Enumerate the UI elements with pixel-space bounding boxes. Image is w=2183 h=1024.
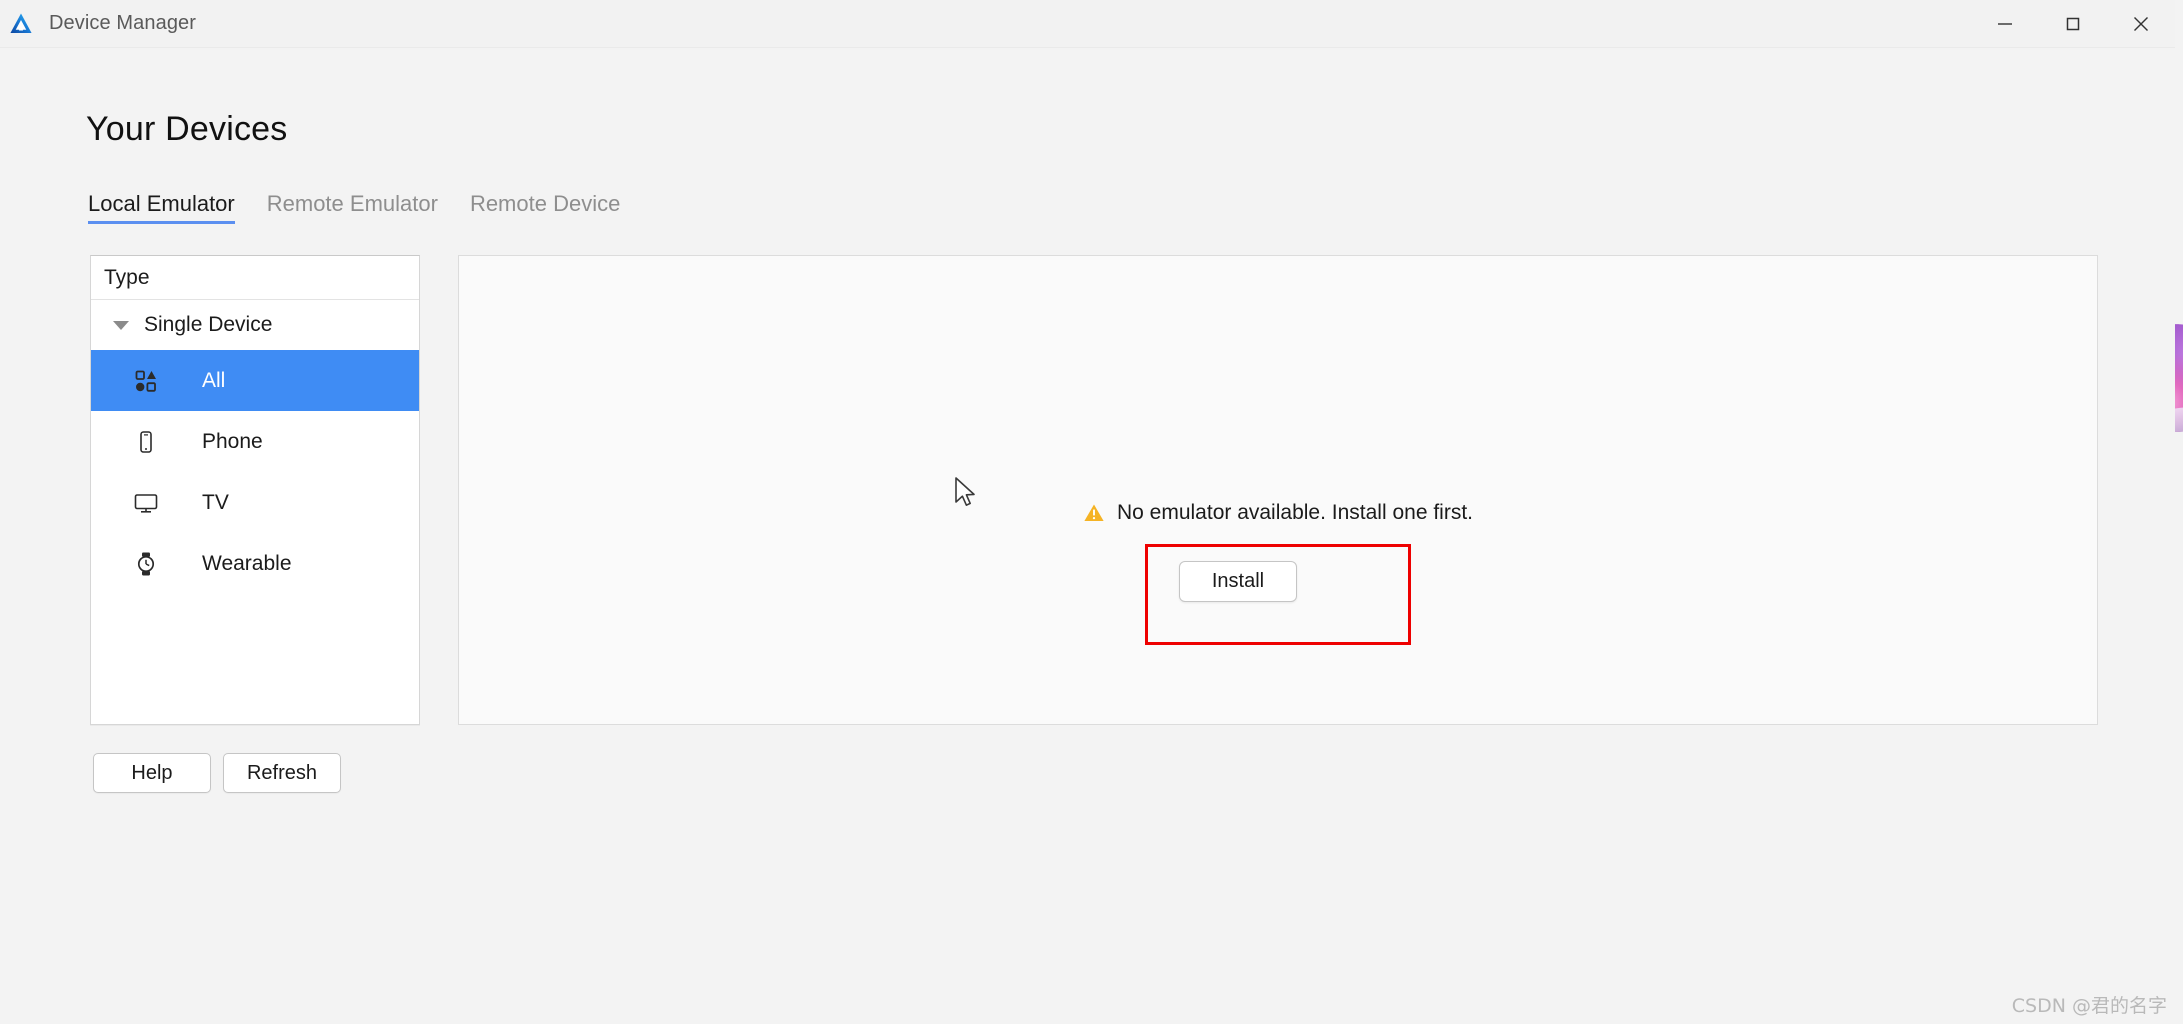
title-bar: Device Manager: [0, 0, 2175, 48]
install-button[interactable]: Install: [1179, 561, 1297, 602]
sidebar-item-label: All: [202, 368, 226, 392]
sidebar-item-label: Phone: [202, 429, 263, 453]
sidebar-item-label: TV: [202, 490, 229, 514]
watch-icon: [133, 551, 159, 577]
maximize-button[interactable]: [2039, 0, 2107, 48]
device-list-panel: No emulator available. Install one first…: [458, 255, 2098, 725]
page-title: Your Devices: [86, 110, 288, 148]
empty-state-message: No emulator available. Install one first…: [1116, 501, 1473, 524]
tree-group-label: Single Device: [144, 313, 273, 336]
empty-state: No emulator available. Install one first…: [459, 501, 2097, 645]
tree-group-single-device[interactable]: Single Device: [91, 300, 419, 350]
sidebar-header-type: Type: [91, 256, 419, 300]
chevron-down-icon[interactable]: [113, 320, 129, 330]
type-sidebar: Type Single Device All Phone TV Wearable: [90, 255, 420, 725]
window-body: Your Devices Local Emulator Remote Emula…: [0, 48, 2175, 1024]
csdn-watermark: CSDN @君的名字: [2011, 995, 2167, 1017]
sidebar-item-phone[interactable]: Phone: [91, 411, 419, 472]
window-controls: [1971, 0, 2175, 48]
tab-bar: Local Emulator Remote Emulator Remote De…: [88, 191, 620, 224]
install-highlight-box: Install: [1145, 544, 1411, 645]
footer-button-bar: Help Refresh: [93, 753, 341, 793]
tab-remote-device[interactable]: Remote Device: [470, 191, 620, 224]
sidebar-item-label: Wearable: [202, 551, 292, 575]
grid-shapes-icon: [133, 368, 159, 394]
window-title: Device Manager: [49, 12, 197, 34]
tab-remote-emulator[interactable]: Remote Emulator: [267, 191, 438, 224]
phone-icon: [133, 429, 159, 455]
device-type-tree: Single Device All Phone TV Wearable: [91, 300, 419, 724]
tv-icon: [133, 490, 159, 516]
warning-triangle-icon: [1084, 504, 1104, 521]
sidebar-item-wearable[interactable]: Wearable: [91, 533, 419, 594]
close-icon: [2134, 17, 2148, 31]
empty-state-message-row: No emulator available. Install one first…: [1083, 501, 1473, 525]
refresh-button[interactable]: Refresh: [223, 753, 341, 793]
help-button[interactable]: Help: [93, 753, 211, 793]
minimize-icon: [1998, 23, 2012, 25]
screen-root: Device Manager Your Devices Local Emulat…: [0, 0, 2183, 1024]
tab-local-emulator[interactable]: Local Emulator: [88, 191, 235, 224]
sidebar-item-tv[interactable]: TV: [91, 472, 419, 533]
device-manager-window: Device Manager Your Devices Local Emulat…: [0, 0, 2175, 1024]
maximize-icon: [2066, 17, 2080, 31]
deveco-logo-icon: [10, 12, 32, 33]
minimize-button[interactable]: [1971, 0, 2039, 48]
close-button[interactable]: [2107, 0, 2175, 48]
sidebar-item-all[interactable]: All: [91, 350, 419, 411]
